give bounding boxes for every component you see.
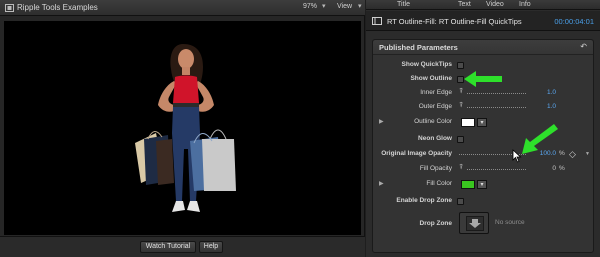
- param-neon-glow: Neon Glow: [373, 133, 595, 147]
- viewer-footer: Watch Tutorial Help: [0, 236, 365, 257]
- param-outer-edge: Outer Edge ⍒ 1.0: [373, 101, 595, 115]
- clip-bar: RT Outline-Fill: RT Outline-Fill QuickTi…: [366, 11, 600, 31]
- disclosure-triangle-icon[interactable]: ▶: [379, 118, 384, 125]
- param-label: Fill Color: [426, 180, 452, 187]
- param-drop-zone: Drop Zone No source: [373, 211, 595, 237]
- param-enable-drop-zone: Enable Drop Zone: [373, 195, 595, 209]
- tab-video[interactable]: Video: [486, 1, 504, 8]
- chevron-down-icon[interactable]: ▾: [477, 180, 487, 189]
- zoom-level[interactable]: 97%: [303, 3, 317, 10]
- chevron-down-icon[interactable]: ▾: [477, 118, 487, 127]
- param-label: Outer Edge: [418, 103, 452, 110]
- video-canvas[interactable]: [4, 21, 361, 235]
- panel-header: Published Parameters ↶: [373, 40, 593, 55]
- keyframe-diamond-icon[interactable]: ◇: [569, 149, 576, 160]
- param-label: Show Outline: [410, 75, 452, 82]
- enable-drop-zone-checkbox[interactable]: [457, 198, 464, 205]
- fill-opacity-value[interactable]: 0: [532, 165, 556, 172]
- show-quicktips-checkbox[interactable]: [457, 62, 464, 69]
- help-button[interactable]: Help: [199, 241, 223, 253]
- param-label: Enable Drop Zone: [396, 197, 452, 204]
- param-label: Show QuickTips: [401, 61, 452, 68]
- outer-edge-value[interactable]: 1.0: [532, 103, 556, 110]
- param-label: Fill Opacity: [419, 165, 452, 172]
- param-label: Original Image Opacity: [381, 150, 452, 157]
- slider-icon: ⍒: [459, 88, 464, 95]
- tab-text[interactable]: Text: [458, 1, 471, 8]
- param-label: Outline Color: [414, 118, 452, 125]
- mouse-cursor-icon: [512, 149, 522, 163]
- param-label: Drop Zone: [419, 220, 453, 227]
- param-fill-opacity: Fill Opacity ⍒ 0 %: [373, 163, 595, 177]
- chevron-down-icon[interactable]: ▾: [322, 2, 326, 10]
- viewer-title: Ripple Tools Examples: [17, 3, 98, 12]
- drop-zone-well[interactable]: [459, 212, 489, 234]
- param-label: Neon Glow: [418, 135, 452, 142]
- slider-icon: ⍒: [459, 164, 464, 171]
- chevron-down-icon[interactable]: ▾: [358, 2, 362, 10]
- film-icon: [372, 17, 382, 25]
- tab-info[interactable]: Info: [519, 1, 531, 8]
- viewer-pane: Ripple Tools Examples 97% ▾ View ▾ Watch…: [0, 0, 365, 257]
- viewer-header: Ripple Tools Examples 97% ▾ View ▾: [0, 0, 365, 16]
- reset-icon[interactable]: ↶: [580, 42, 587, 51]
- drop-zone-arrow-icon: [466, 216, 484, 231]
- param-outline-color: ▶ Outline Color ▾: [373, 116, 595, 130]
- fill-opacity-slider[interactable]: [467, 169, 526, 170]
- param-label: Inner Edge: [420, 89, 452, 96]
- clip-name: RT Outline-Fill: RT Outline-Fill QuickTi…: [387, 17, 522, 26]
- param-fill-color: ▶ Fill Color ▾: [373, 178, 595, 192]
- param-inner-edge: Inner Edge ⍒ 1.0: [373, 87, 595, 101]
- disclosure-triangle-icon[interactable]: ▶: [379, 180, 384, 187]
- timecode: 00:00:04:01: [554, 17, 594, 26]
- slider-icon: ⍒: [459, 102, 464, 109]
- watch-tutorial-button[interactable]: Watch Tutorial: [140, 241, 196, 253]
- inspector-pane: Title Text Video Info RT Outline-Fill: R…: [366, 0, 600, 257]
- inner-edge-slider[interactable]: [467, 93, 526, 94]
- film-icon: [5, 4, 14, 12]
- outline-color-swatch[interactable]: [461, 118, 475, 127]
- view-menu[interactable]: View: [337, 3, 352, 10]
- drop-zone-placeholder: No source: [495, 219, 525, 226]
- neon-glow-checkbox[interactable]: [457, 136, 464, 143]
- percent-unit: %: [559, 165, 565, 172]
- param-original-image-opacity: Original Image Opacity 100.0 % ◇ ▼: [373, 148, 595, 162]
- panel-title: Published Parameters: [379, 43, 458, 52]
- inner-edge-value[interactable]: 1.0: [532, 89, 556, 96]
- tab-title[interactable]: Title: [397, 1, 410, 8]
- annotation-arrow-show-outline: [464, 71, 502, 87]
- outer-edge-slider[interactable]: [467, 107, 526, 108]
- annotation-arrow-opacity: [522, 124, 558, 154]
- fill-color-swatch[interactable]: [461, 180, 475, 189]
- chevron-down-icon[interactable]: ▼: [585, 151, 590, 157]
- woman-with-shopping-bags-image: [135, 44, 236, 212]
- inspector-tabs: Title Text Video Info: [366, 0, 600, 10]
